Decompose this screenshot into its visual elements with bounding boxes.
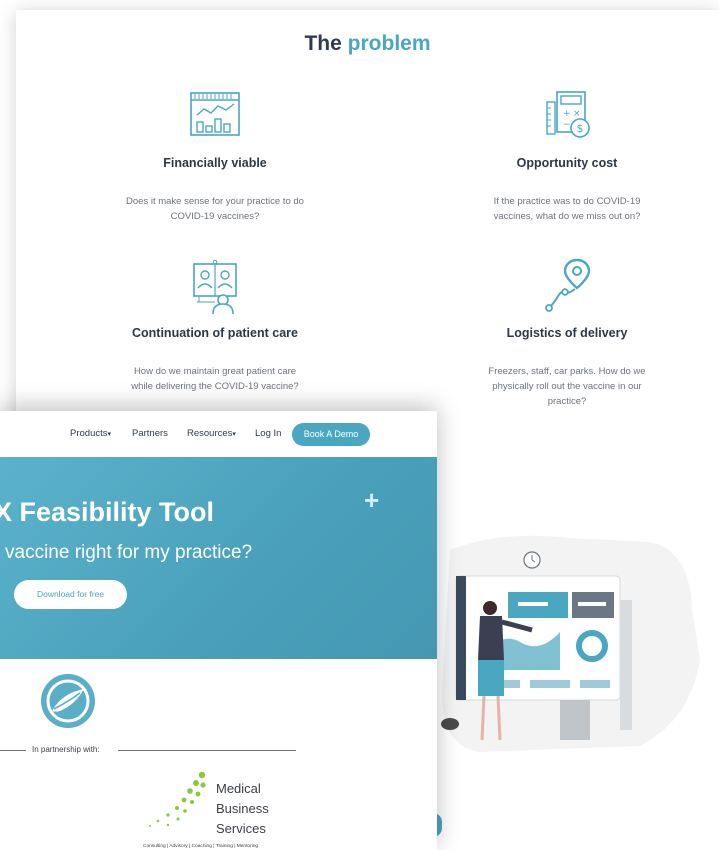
partner-tagline: Consulting | Advisory | Coaching | Train… [143, 844, 259, 849]
plus-icon: + [364, 485, 380, 515]
problem-heading: The problem [16, 32, 719, 56]
feature-logistics-of-delivery: Logistics of delivery Freezers, staff, c… [452, 258, 682, 409]
partner-name-line-3: Services [216, 821, 266, 836]
hero-subtitle: vaccine right for my practice? [5, 542, 253, 563]
heading-accent-word: problem [347, 32, 431, 55]
svg-text:+: + [563, 109, 571, 119]
feature-text-line: How do we maintain great patient care [133, 366, 297, 377]
feature-text-line: while delivering the COVID-19 vaccine? [131, 381, 299, 392]
partner-name-line-2: Business [216, 801, 269, 816]
feature-text-line: Does it make sense for your practice to … [126, 196, 304, 207]
video-call-icon [193, 259, 237, 314]
partnership-label: In partnership with: [32, 745, 100, 754]
feature-title: Continuation of patient care [132, 326, 298, 340]
book-demo-button[interactable]: Book A Demo [292, 423, 370, 446]
svg-text:×: × [573, 109, 581, 119]
feature-text-line: COVID-19 vaccines? [170, 211, 260, 222]
heading-word: The [304, 32, 342, 55]
nav-resources[interactable]: Resources▾ [187, 428, 236, 439]
dashboard-illustration [441, 535, 700, 752]
partner-divider-left [0, 750, 26, 751]
hero-title: X Feasibility Tool [0, 497, 215, 527]
nav-products-label: Products [70, 428, 108, 439]
nav-resources-label: Resources [187, 428, 233, 439]
partner-name-line-1: Medical [216, 781, 261, 796]
feature-continuation-of-care: Continuation of patient care How do we m… [100, 258, 330, 394]
landing-page: Products▾ Partners Resources▾ Log In Boo… [0, 411, 437, 850]
feature-description: Does it make sense for your practice to … [100, 194, 330, 224]
brand-logo-icon [41, 674, 95, 728]
feature-title: Logistics of delivery [506, 326, 628, 340]
nav-login[interactable]: Log In [255, 428, 281, 439]
feature-text-line: practice? [547, 396, 587, 407]
calculator-dollar-icon: + × − $ [546, 91, 590, 138]
top-nav: Products▾ Partners Resources▾ Log In Boo… [0, 411, 437, 457]
svg-text:$: $ [577, 122, 584, 135]
partner-divider-right [118, 750, 296, 751]
feature-description: Freezers, staff, car parks. How do we ph… [452, 364, 682, 409]
feature-financially-viable: Financially viable Does it make sense fo… [100, 88, 330, 224]
route-pin-icon [545, 258, 591, 312]
svg-text:−: − [563, 120, 571, 130]
feature-text-line: vaccines, what do we miss out on? [493, 211, 641, 222]
chart-window-icon [190, 92, 240, 136]
feature-title: Opportunity cost [516, 156, 618, 170]
download-button[interactable]: Download for free [14, 580, 127, 609]
feature-title: Financially viable [163, 156, 267, 170]
feature-text-line: physically roll out the vaccine in our [492, 381, 642, 392]
partner-logo-dots-icon [149, 771, 206, 827]
chevron-down-icon: ▾ [107, 431, 112, 438]
hero-banner: + X Feasibility Tool vaccine right for m… [0, 457, 437, 659]
feature-description: If the practice was to do COVID-19 vacci… [452, 194, 682, 224]
feature-description: How do we maintain great patient care wh… [100, 364, 330, 394]
chevron-down-icon: ▾ [232, 431, 236, 438]
nav-products[interactable]: Products▾ [70, 428, 111, 439]
feature-text-line: If the practice was to do COVID-19 [493, 196, 641, 207]
feature-text-line: Freezers, staff, car parks. How do we [488, 366, 646, 377]
feature-opportunity-cost: + × − $ Opportunity cost If the practice… [452, 88, 682, 224]
nav-partners[interactable]: Partners [132, 428, 168, 439]
